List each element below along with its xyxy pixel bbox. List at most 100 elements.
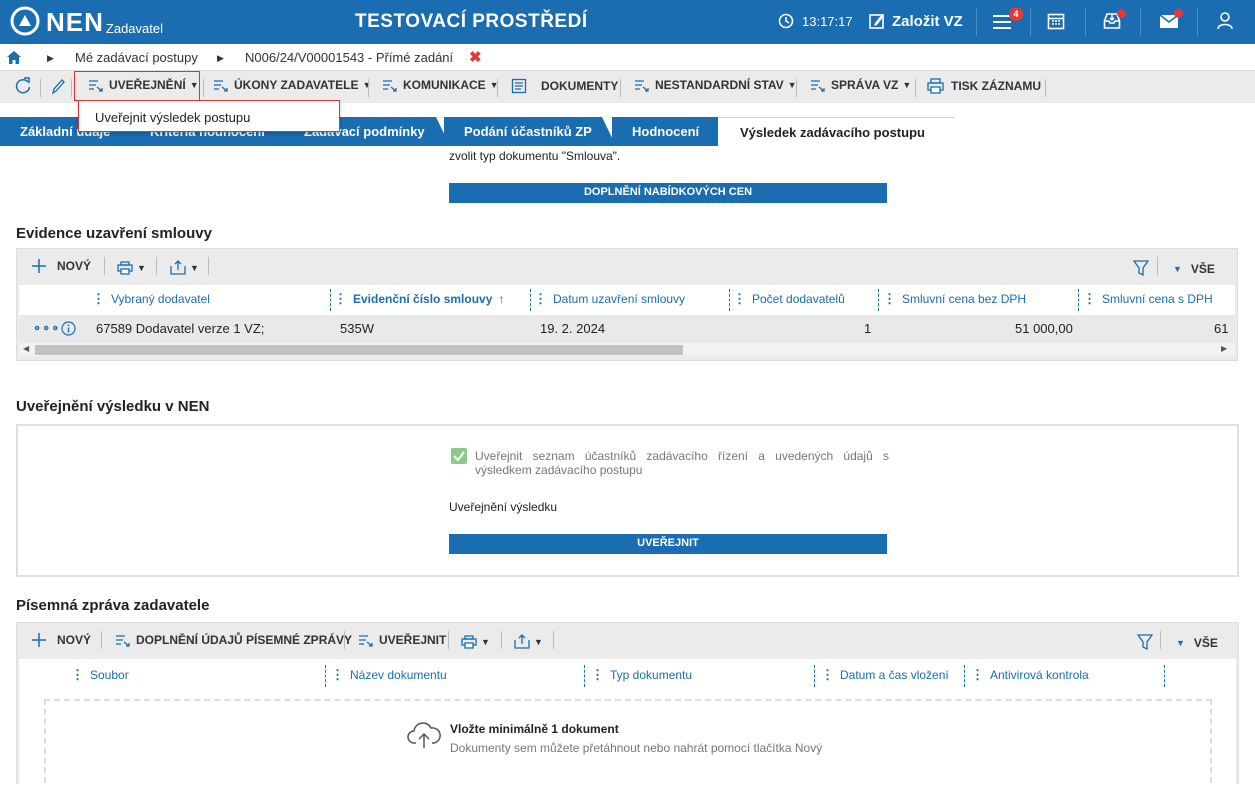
actions-menu-button[interactable]: ÚKONY ZADAVATELE ▼ [213,78,371,92]
list-action-icon [383,80,397,92]
publish-section-title: Uveřejnění výsledku v NEN [16,398,210,415]
pencil-icon [51,79,65,95]
scroll-right-icon[interactable]: ▶ [1221,344,1227,353]
actions-menu-label: ÚKONY ZADAVATELE [234,78,359,92]
column-contract-date-label: Datum uzavření smlouvy [553,292,686,306]
report-grid-toolbar: NOVÝ DOPLNĚNÍ ÚDAJŮ PÍSEMNÉ ZPRÁVY UVEŘE… [17,623,1238,659]
publish-dropdown: Uveřejnit výsledek postupu [78,100,340,132]
printer-icon [927,78,944,94]
nonstandard-menu-button[interactable]: NESTANDARDNÍ STAV ▼ [634,78,797,92]
report-publish-label: UVEŘEJNIT [379,633,447,647]
edit-button[interactable] [51,79,65,95]
create-tender-button[interactable]: Založit VZ [868,12,963,30]
cell-price-excl-vat: 51 000,00 [1015,321,1073,336]
nonstandard-menu-label: NESTANDARDNÍ STAV [655,78,784,92]
row-info-button[interactable] [61,321,76,336]
contract-view-all-button[interactable]: ▼ VŠE [1173,262,1215,276]
contract-export-button[interactable]: ▼ [170,260,199,275]
contract-view-all-label: VŠE [1190,262,1215,276]
column-supplier[interactable]: ⋮ Vybraný dodavatel [92,285,210,313]
contract-new-label: NOVÝ [57,259,92,273]
column-upload-date[interactable]: ⋮ Datum a čas vložení [821,661,949,689]
print-record-button[interactable]: TISK ZÁZNAMU [927,78,1041,94]
plus-icon [32,259,46,273]
publish-panel: Uveřejnit seznam účastníků zadávacího ří… [16,424,1239,577]
report-grid: NOVÝ DOPLNĚNÍ ÚDAJŮ PÍSEMNÉ ZPRÁVY UVEŘE… [16,622,1239,785]
report-supplement-button[interactable]: DOPLNĚNÍ ÚDAJŮ PÍSEMNÉ ZPRÁVY [115,633,352,647]
calendar-icon [1047,13,1065,30]
publish-result-menu-item[interactable]: Uveřejnit výsledek postupu [95,110,250,125]
communication-menu-button[interactable]: KOMUNIKACE ▼ [382,78,499,92]
column-price-incl-vat[interactable]: ⋮ Smluvní cena s DPH [1083,285,1213,313]
publish-participants-checkbox[interactable] [451,448,467,464]
table-row[interactable]: ∘∘∘ 67589 Dodavatel verze 1 VZ; 535W 19.… [19,315,1235,343]
breadcrumb-item-current: N006/24/V00001543 - Přímé zadání [245,50,454,65]
column-antivirus[interactable]: ⋮ Antivirová kontrola [971,661,1089,689]
row-more-icon[interactable]: ∘∘∘ [33,320,60,336]
scroll-left-icon[interactable]: ◀ [23,344,29,353]
column-contract-date[interactable]: ⋮ Datum uzavření smlouvy [534,285,685,313]
edit-icon [869,14,884,29]
share-icon [514,634,530,649]
publish-result-subtitle: Uveřejnění výsledku [449,500,558,514]
contract-table: ⋮ Vybraný dodavatel ⋮ Evidenční číslo smlo… [19,285,1235,356]
column-document-type-label: Typ dokumentu [610,668,693,682]
report-export-button[interactable]: ▼ [514,634,543,649]
drop-zone-hint: Dokumenty sem můžete přetáhnout nebo nah… [450,741,823,755]
action-toolbar: UVEŘEJNĚNÍ ▼ ÚKONY ZADAVATELE ▼ KOMUNIKACE… [0,70,1255,103]
home-button[interactable] [7,51,21,64]
publish-menu-button[interactable]: UVEŘEJNĚNÍ ▼ [88,78,199,92]
breadcrumb-item-procedures[interactable]: Mé zadávací postupy [75,50,198,65]
home-icon [7,51,21,64]
contract-new-button[interactable]: NOVÝ [31,258,91,274]
report-print-button[interactable]: ▼ [461,635,490,649]
management-menu-label: SPRÁVA VZ [831,78,899,92]
contract-filter-button[interactable] [1133,260,1149,276]
report-section-title: Písemná zpráva zadavatele [16,597,210,614]
horizontal-scrollbar[interactable]: ◀ ▶ [19,343,1235,356]
calendar-button[interactable] [1047,12,1065,30]
user-button[interactable] [1217,12,1233,30]
report-filter-button[interactable] [1137,634,1153,650]
report-publish-button[interactable]: UVEŘEJNIT [358,633,446,647]
tab-submissions[interactable]: Podání účastníků ZP [444,117,616,146]
column-document-name[interactable]: ⋮ Název dokumentu [331,661,447,689]
supplement-prices-button[interactable]: DOPLNĚNÍ NABÍDKOVÝCH CEN [449,183,887,203]
management-menu-button[interactable]: SPRÁVA VZ ▼ [810,78,911,92]
column-contract-number[interactable]: ⋮ Evidenční číslo smlouvy ↑ [334,285,504,313]
report-new-button[interactable]: NOVÝ [31,632,91,648]
scrollbar-thumb[interactable] [35,345,683,355]
column-document-type[interactable]: ⋮ Typ dokumentu [591,661,692,689]
documents-button[interactable]: DOKUMENTY [511,78,618,94]
file-drop-zone[interactable]: Vložte minimálně 1 dokument Dokumenty se… [44,699,1212,783]
logo-text: NEN [46,7,104,37]
tab-evaluation[interactable]: Hodnocení [612,117,732,146]
list-action-icon [116,635,130,647]
cell-contract-date: 19. 2. 2024 [540,321,606,336]
printer-icon [117,261,133,275]
column-supplier-label: Vybraný dodavatel [111,292,210,306]
column-upload-date-label: Datum a čas vložení [840,668,949,682]
share-icon [170,260,186,275]
document-icon [511,78,527,94]
user-icon [1217,12,1233,30]
report-supplement-label: DOPLNĚNÍ ÚDAJŮ PÍSEMNÉ ZPRÁVY [136,633,353,647]
contract-print-button[interactable]: ▼ [117,261,146,275]
refresh-button[interactable] [14,77,32,95]
nen-logo[interactable]: NEN Zadavatel [10,6,163,36]
drop-zone-title: Vložte minimálně 1 dokument [450,722,619,736]
column-file[interactable]: ⋮ Soubor [71,661,129,689]
publish-button[interactable]: UVEŘEJNIT [449,534,887,554]
checkmark-icon [453,451,465,462]
column-price-excl-vat-label: Smluvní cena bez DPH [902,292,1027,306]
report-view-all-button[interactable]: ▼ VŠE [1176,636,1218,650]
tab-result[interactable]: Výsledek zadávacího postupu [718,117,968,146]
column-price-excl-vat[interactable]: ⋮ Smluvní cena bez DPH [883,285,1026,313]
cell-contract-number: 535W [340,321,374,336]
info-icon [61,321,76,336]
column-antivirus-label: Antivirová kontrola [990,668,1089,682]
close-icon[interactable]: ✖ [469,48,482,66]
caret-down-icon: ▼ [137,263,146,273]
cell-supplier-count: 1 [864,321,872,336]
column-supplier-count[interactable]: ⋮ Počet dodavatelů [733,285,845,313]
